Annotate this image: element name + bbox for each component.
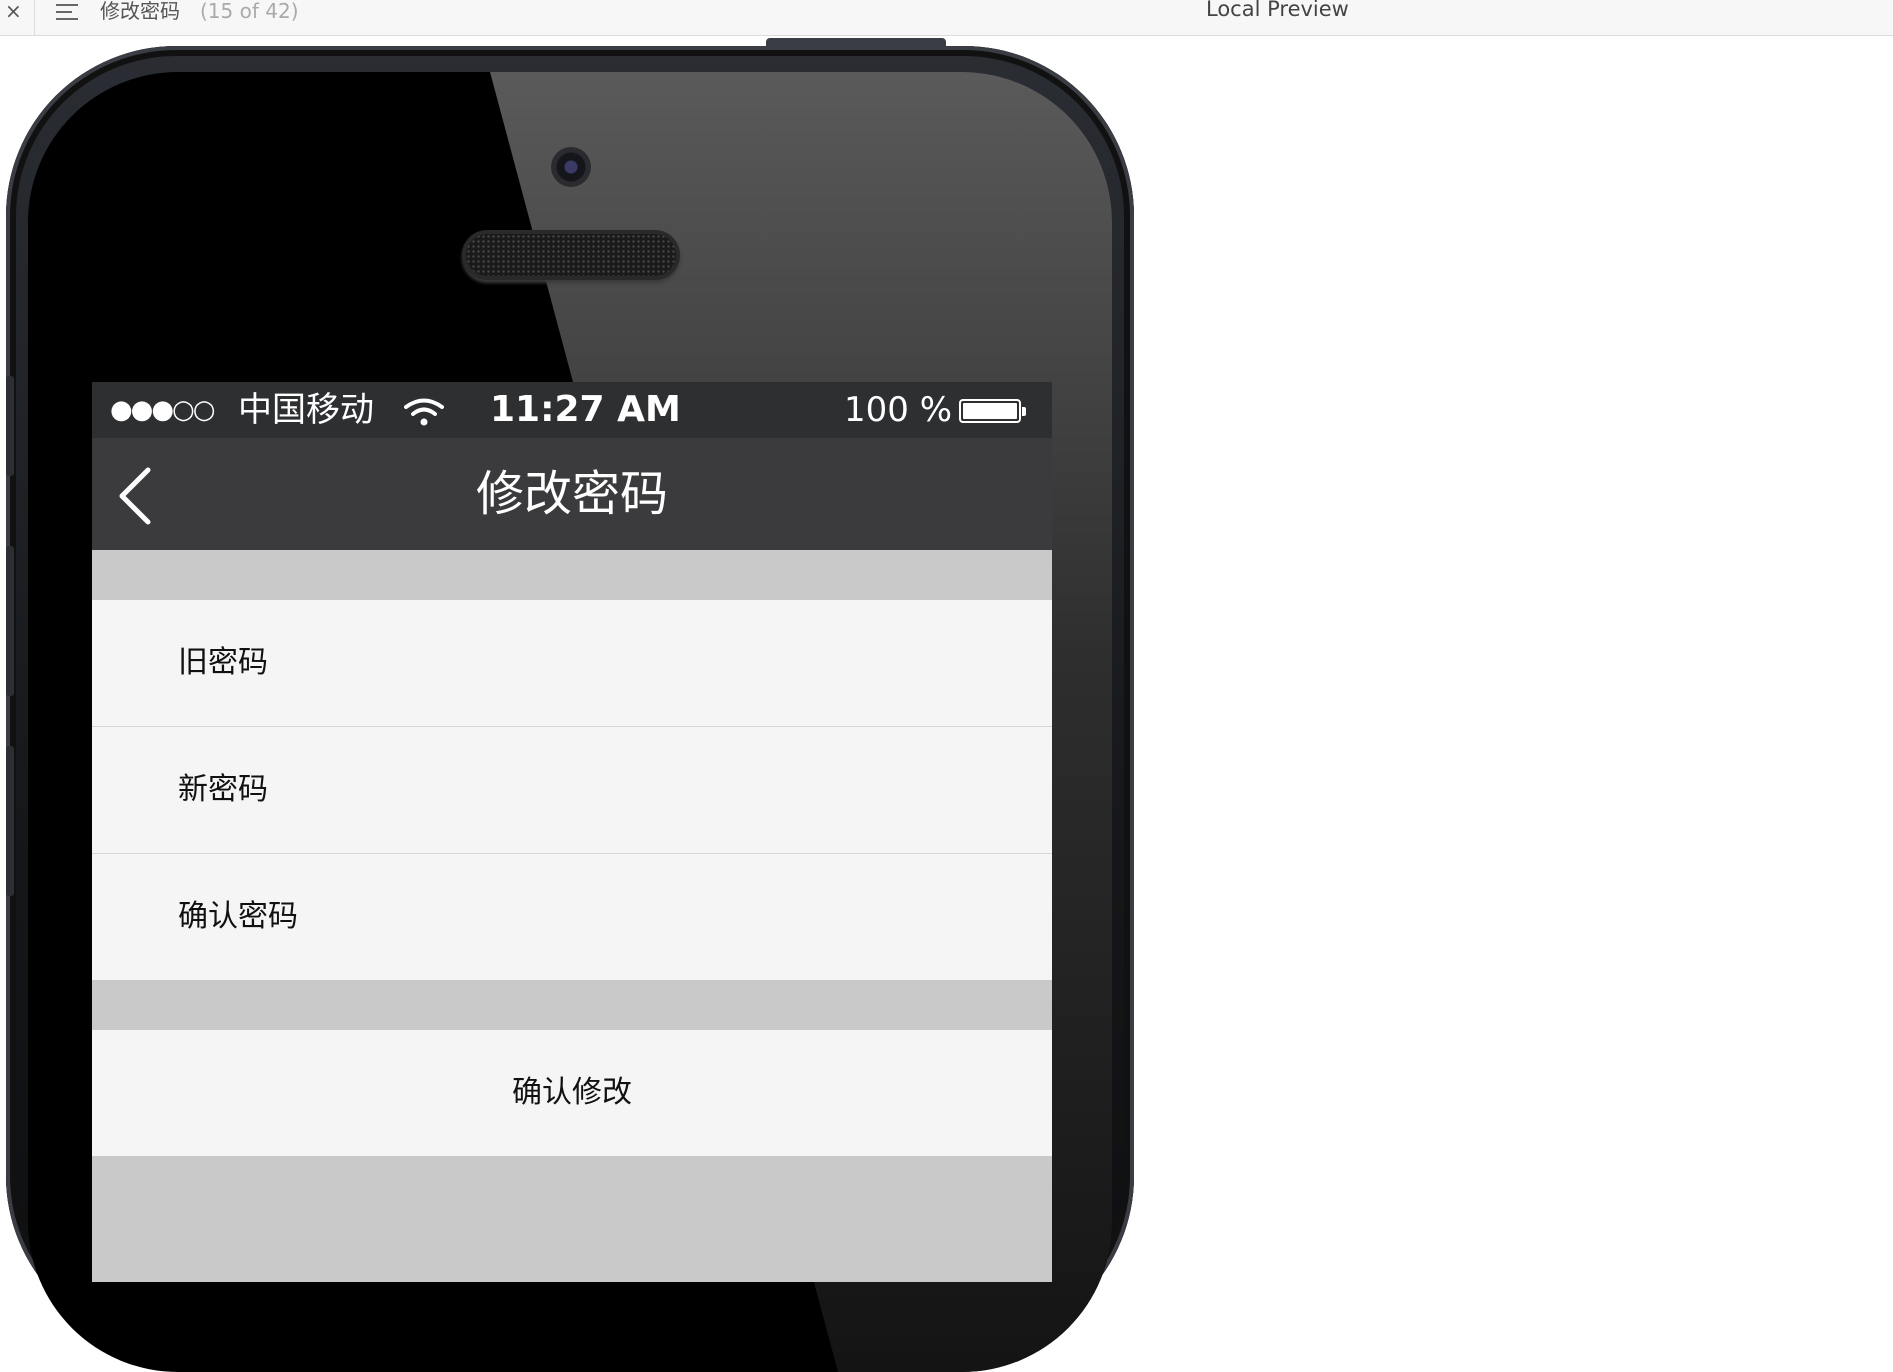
new-password-label: 新密码 xyxy=(178,772,268,807)
confirm-change-button[interactable]: 确认修改 xyxy=(92,1030,1052,1156)
old-password-label: 旧密码 xyxy=(178,645,268,680)
phone-mute-switch xyxy=(6,376,14,476)
status-bar: ●●●○○ 中国移动 11:27 AM 100 % xyxy=(92,382,1052,438)
front-camera xyxy=(551,147,591,187)
preview-label: Local Preview xyxy=(1206,0,1349,21)
phone-volume-down xyxy=(6,746,14,896)
phone-volume-up xyxy=(6,546,14,696)
menu-icon[interactable] xyxy=(56,3,78,21)
page-title: 修改密码 xyxy=(100,0,180,23)
new-password-row[interactable]: 新密码 xyxy=(92,727,1052,853)
confirm-password-row[interactable]: 确认密码 xyxy=(92,854,1052,980)
confirm-password-input[interactable] xyxy=(392,874,1016,962)
old-password-row[interactable]: 旧密码 xyxy=(92,600,1052,726)
battery-icon xyxy=(959,399,1026,423)
earpiece-speaker xyxy=(466,234,676,276)
app-screen: ●●●○○ 中国移动 11:27 AM 100 % 修改密码 旧密码 新密码 确… xyxy=(92,382,1052,1282)
battery-percentage: 100 % xyxy=(844,390,953,430)
toolbar-divider xyxy=(34,0,35,36)
battery-nub xyxy=(1022,407,1026,416)
page-count: (15 of 42) xyxy=(200,0,299,23)
chevron-left-icon[interactable] xyxy=(114,466,164,526)
navigation-bar: 修改密码 xyxy=(92,438,1052,550)
wifi-icon xyxy=(404,398,444,426)
preview-toolbar: × 修改密码 (15 of 42) Local Preview xyxy=(0,0,1893,36)
confirm-password-label: 确认密码 xyxy=(178,899,298,934)
nav-title: 修改密码 xyxy=(475,466,668,522)
old-password-input[interactable] xyxy=(392,620,1016,708)
signal-strength: ●●●○○ xyxy=(110,395,215,425)
new-password-input[interactable] xyxy=(392,747,1016,835)
carrier-name: 中国移动 xyxy=(238,390,374,430)
close-button[interactable]: × xyxy=(5,0,22,23)
battery-fill xyxy=(963,403,1017,419)
status-time: 11:27 AM xyxy=(490,389,681,430)
